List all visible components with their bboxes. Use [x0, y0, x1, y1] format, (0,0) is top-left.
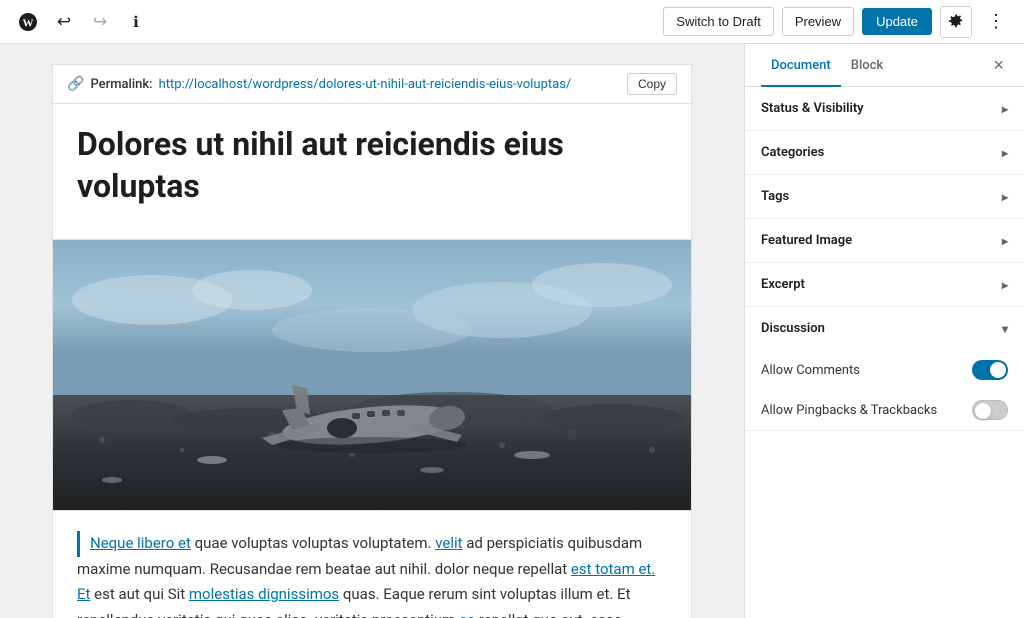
body-link-2[interactable]: velit	[435, 534, 462, 552]
section-status-visibility-chevron	[1002, 102, 1008, 116]
info-button[interactable]: ℹ	[120, 6, 152, 38]
sidebar-close-button[interactable]: ×	[989, 52, 1008, 78]
allow-pingbacks-row: Allow Pingbacks & Trackbacks	[745, 390, 1024, 430]
settings-button[interactable]	[940, 6, 972, 38]
allow-pingbacks-label: Allow Pingbacks & Trackbacks	[761, 403, 937, 418]
allow-comments-toggle[interactable]	[972, 360, 1008, 380]
section-categories-chevron	[1002, 146, 1008, 160]
section-featured-image-chevron	[1002, 234, 1008, 248]
redo-button[interactable]: ↪	[84, 6, 116, 38]
editor-area: 🔗 Permalink: http://localhost/wordpress/…	[0, 44, 744, 618]
post-body-paragraph: Neque libero et quae voluptas voluptas v…	[77, 531, 667, 618]
title-block: Dolores ut nihil aut reiciendis eius vol…	[52, 103, 692, 240]
allow-comments-row: Allow Comments	[745, 350, 1024, 390]
section-excerpt-label: Excerpt	[761, 277, 805, 292]
section-tags-label: Tags	[761, 189, 789, 204]
section-featured-image: Featured Image	[745, 219, 1024, 263]
switch-to-draft-button[interactable]: Switch to Draft	[663, 7, 774, 36]
body-link-5[interactable]: ea	[459, 611, 475, 618]
undo-button[interactable]: ↩	[48, 6, 80, 38]
section-status-visibility-header[interactable]: Status & Visibility	[745, 87, 1024, 130]
sidebar-tabs: Document Block ×	[745, 44, 1024, 87]
section-excerpt: Excerpt	[745, 263, 1024, 307]
permalink-icon: 🔗	[67, 76, 84, 92]
section-discussion-header[interactable]: Discussion	[745, 307, 1024, 350]
body-link-4[interactable]: molestias dignissimos	[189, 585, 339, 603]
section-status-visibility-label: Status & Visibility	[761, 101, 864, 116]
post-title-input[interactable]: Dolores ut nihil aut reiciendis eius vol…	[77, 124, 667, 207]
section-categories-header[interactable]: Categories	[745, 131, 1024, 174]
section-status-visibility: Status & Visibility	[745, 87, 1024, 131]
editor-content: 🔗 Permalink: http://localhost/wordpress/…	[52, 64, 692, 618]
permalink-bar: 🔗 Permalink: http://localhost/wordpress/…	[52, 64, 692, 103]
section-discussion-chevron	[1002, 322, 1008, 336]
update-button[interactable]: Update	[862, 8, 932, 35]
section-excerpt-header[interactable]: Excerpt	[745, 263, 1024, 306]
tab-document[interactable]: Document	[761, 44, 841, 87]
section-categories-label: Categories	[761, 145, 824, 160]
permalink-label: Permalink:	[90, 77, 152, 92]
wp-icon-button[interactable]: W	[12, 6, 44, 38]
more-options-button[interactable]: ⋮	[980, 6, 1012, 38]
image-block	[52, 240, 692, 511]
body-link-1[interactable]: Neque libero et	[90, 534, 191, 552]
svg-text:W: W	[23, 17, 34, 29]
section-featured-image-label: Featured Image	[761, 233, 852, 248]
toolbar-left: W ↩ ↪ ℹ	[12, 6, 659, 38]
post-image	[53, 240, 691, 510]
permalink-url[interactable]: http://localhost/wordpress/dolores-ut-ni…	[159, 77, 621, 92]
text-block: Neque libero et quae voluptas voluptas v…	[52, 511, 692, 618]
section-tags-chevron	[1002, 190, 1008, 204]
section-tags-header[interactable]: Tags	[745, 175, 1024, 218]
section-categories: Categories	[745, 131, 1024, 175]
section-discussion-label: Discussion	[761, 321, 825, 336]
allow-comments-knob	[990, 362, 1006, 378]
copy-permalink-button[interactable]: Copy	[627, 73, 677, 95]
allow-comments-label: Allow Comments	[761, 363, 860, 378]
section-featured-image-header[interactable]: Featured Image	[745, 219, 1024, 262]
allow-pingbacks-toggle[interactable]	[972, 400, 1008, 420]
section-discussion: Discussion Allow Comments Allow Pingback…	[745, 307, 1024, 431]
toolbar: W ↩ ↪ ℹ Switch to Draft Preview Update ⋮	[0, 0, 1024, 44]
preview-button[interactable]: Preview	[782, 7, 854, 36]
toolbar-right: Switch to Draft Preview Update ⋮	[663, 6, 1012, 38]
main-area: 🔗 Permalink: http://localhost/wordpress/…	[0, 44, 1024, 618]
allow-pingbacks-knob	[975, 403, 991, 419]
section-tags: Tags	[745, 175, 1024, 219]
sidebar: Document Block × Status & Visibility Cat…	[744, 44, 1024, 618]
tab-block[interactable]: Block	[841, 44, 893, 87]
section-excerpt-chevron	[1002, 278, 1008, 292]
body-link-3[interactable]: est totam et. Et	[77, 560, 655, 604]
